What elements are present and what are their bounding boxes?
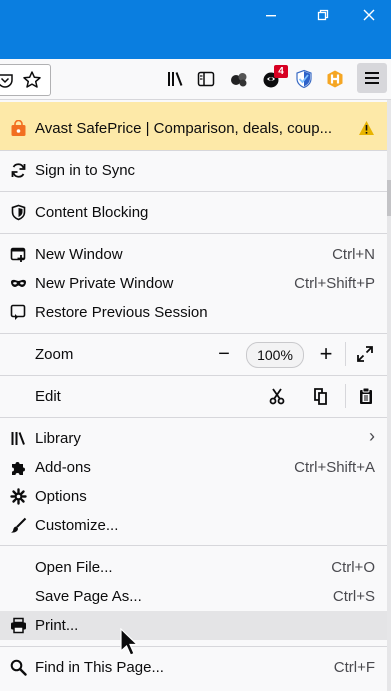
menu-item-shortcut: Ctrl+F bbox=[333, 659, 375, 676]
restore-session-icon bbox=[10, 304, 27, 321]
paste-icon[interactable] bbox=[357, 387, 377, 407]
hamburger-menu-icon bbox=[365, 72, 379, 84]
fullscreen-icon[interactable] bbox=[356, 345, 376, 365]
menu-item-addons[interactable]: Add-ons Ctrl+Shift+A bbox=[0, 453, 387, 482]
menu-scrollbar-thumb[interactable] bbox=[387, 180, 391, 216]
menu-item-shortcut: Ctrl+S bbox=[332, 588, 375, 605]
menu-item-new-private-window[interactable]: New Private Window Ctrl+Shift+P bbox=[0, 269, 387, 298]
menu-item-label: Zoom bbox=[35, 346, 74, 363]
url-bar[interactable] bbox=[0, 64, 51, 96]
menu-item-label: Sign in to Sync bbox=[35, 162, 136, 179]
menu-item-label: Edit bbox=[35, 388, 61, 405]
gear-icon bbox=[10, 488, 27, 505]
menu-item-label: Add-ons bbox=[35, 459, 91, 476]
menu-item-new-window[interactable]: New Window Ctrl+N bbox=[0, 240, 387, 269]
separator bbox=[0, 417, 387, 418]
banner-label: Avast SafePrice | Comparison, deals, cou… bbox=[35, 120, 333, 137]
extension-notification-banner[interactable]: Avast SafePrice | Comparison, deals, cou… bbox=[0, 102, 387, 150]
menu-item-label: Library bbox=[35, 430, 81, 447]
menu-item-label: Restore Previous Session bbox=[35, 304, 208, 321]
menu-item-print[interactable]: Print... bbox=[0, 611, 387, 640]
separator bbox=[0, 333, 387, 334]
chevron-right-icon: › bbox=[369, 426, 375, 446]
library-icon bbox=[10, 430, 27, 447]
separator bbox=[0, 646, 387, 647]
warning-icon bbox=[358, 120, 375, 140]
separator bbox=[0, 233, 387, 234]
menu-item-save-page[interactable]: Save Page As... Ctrl+S bbox=[0, 582, 387, 611]
minimize-icon[interactable] bbox=[256, 4, 286, 26]
separator bbox=[0, 375, 387, 376]
menu-item-shortcut: Ctrl+Shift+A bbox=[294, 459, 375, 476]
menu-item-label: Open File... bbox=[35, 559, 113, 576]
sidebar-icon[interactable] bbox=[196, 69, 216, 89]
menu-item-label: New Window bbox=[35, 246, 123, 263]
menu-item-content-blocking[interactable]: Content Blocking bbox=[0, 198, 387, 227]
private-mask-icon bbox=[10, 275, 27, 292]
hamburger-menu-button[interactable] bbox=[357, 63, 387, 93]
separator bbox=[0, 150, 387, 151]
menu-item-label: Options bbox=[35, 488, 87, 505]
menu-item-shortcut: Ctrl+O bbox=[331, 559, 375, 576]
sync-icon bbox=[10, 162, 27, 179]
menu-item-label: Content Blocking bbox=[35, 204, 149, 221]
puzzle-piece-icon bbox=[10, 459, 27, 476]
paintbrush-icon bbox=[10, 517, 27, 534]
close-icon[interactable] bbox=[354, 4, 384, 26]
library-icon[interactable] bbox=[166, 69, 186, 89]
extension-icon[interactable] bbox=[229, 69, 249, 89]
pocket-icon[interactable] bbox=[0, 71, 16, 91]
shield-extension-icon[interactable] bbox=[294, 69, 314, 89]
notification-badge: 4 bbox=[274, 65, 288, 78]
mouse-cursor-icon bbox=[120, 627, 140, 663]
zoom-out-button[interactable]: − bbox=[214, 343, 234, 365]
banner-row[interactable]: Avast SafePrice | Comparison, deals, cou… bbox=[0, 114, 387, 143]
zoom-in-button[interactable]: + bbox=[316, 341, 336, 366]
separator bbox=[0, 545, 387, 546]
zoom-reset-button[interactable]: 100% bbox=[246, 342, 304, 368]
menu-item-shortcut: Ctrl+N bbox=[332, 246, 375, 263]
cut-icon[interactable] bbox=[268, 387, 288, 407]
bookmark-star-icon[interactable] bbox=[22, 70, 42, 90]
menu-item-label: Save Page As... bbox=[35, 588, 142, 605]
printer-icon bbox=[10, 617, 27, 634]
separator bbox=[0, 191, 387, 192]
navigation-toolbar: 4 bbox=[0, 59, 391, 100]
menu-item-find[interactable]: Find in This Page... Ctrl+F bbox=[0, 653, 387, 682]
extension-icon[interactable]: 4 bbox=[262, 65, 288, 89]
menu-item-library[interactable]: Library › bbox=[0, 424, 387, 453]
honey-extension-icon[interactable] bbox=[325, 69, 345, 89]
menu-item-options[interactable]: Options bbox=[0, 482, 387, 511]
menu-item-label: Find in This Page... bbox=[35, 659, 164, 676]
menu-item-open-file[interactable]: Open File... Ctrl+O bbox=[0, 553, 387, 582]
window-titlebar bbox=[0, 0, 391, 59]
copy-icon[interactable] bbox=[312, 387, 332, 407]
menu-item-customize[interactable]: Customize... bbox=[0, 511, 387, 540]
separator bbox=[345, 384, 346, 408]
menu-item-sign-in-sync[interactable]: Sign in to Sync bbox=[0, 156, 387, 185]
shopping-bag-icon bbox=[10, 120, 27, 137]
menu-item-shortcut: Ctrl+Shift+P bbox=[294, 275, 375, 292]
separator bbox=[345, 342, 346, 366]
menu-item-restore-session[interactable]: Restore Previous Session bbox=[0, 298, 387, 327]
shield-icon bbox=[10, 204, 27, 221]
menu-item-label: New Private Window bbox=[35, 275, 174, 292]
restore-icon[interactable] bbox=[308, 4, 338, 26]
search-icon bbox=[10, 659, 27, 676]
menu-item-label: Customize... bbox=[35, 517, 119, 534]
menu-item-label: Print... bbox=[35, 617, 79, 634]
menu-item-zoom: Zoom − 100% + bbox=[0, 340, 387, 369]
menu-item-edit: Edit bbox=[0, 382, 387, 411]
app-menu-panel: Avast SafePrice | Comparison, deals, cou… bbox=[0, 100, 387, 691]
new-window-icon bbox=[10, 246, 27, 263]
